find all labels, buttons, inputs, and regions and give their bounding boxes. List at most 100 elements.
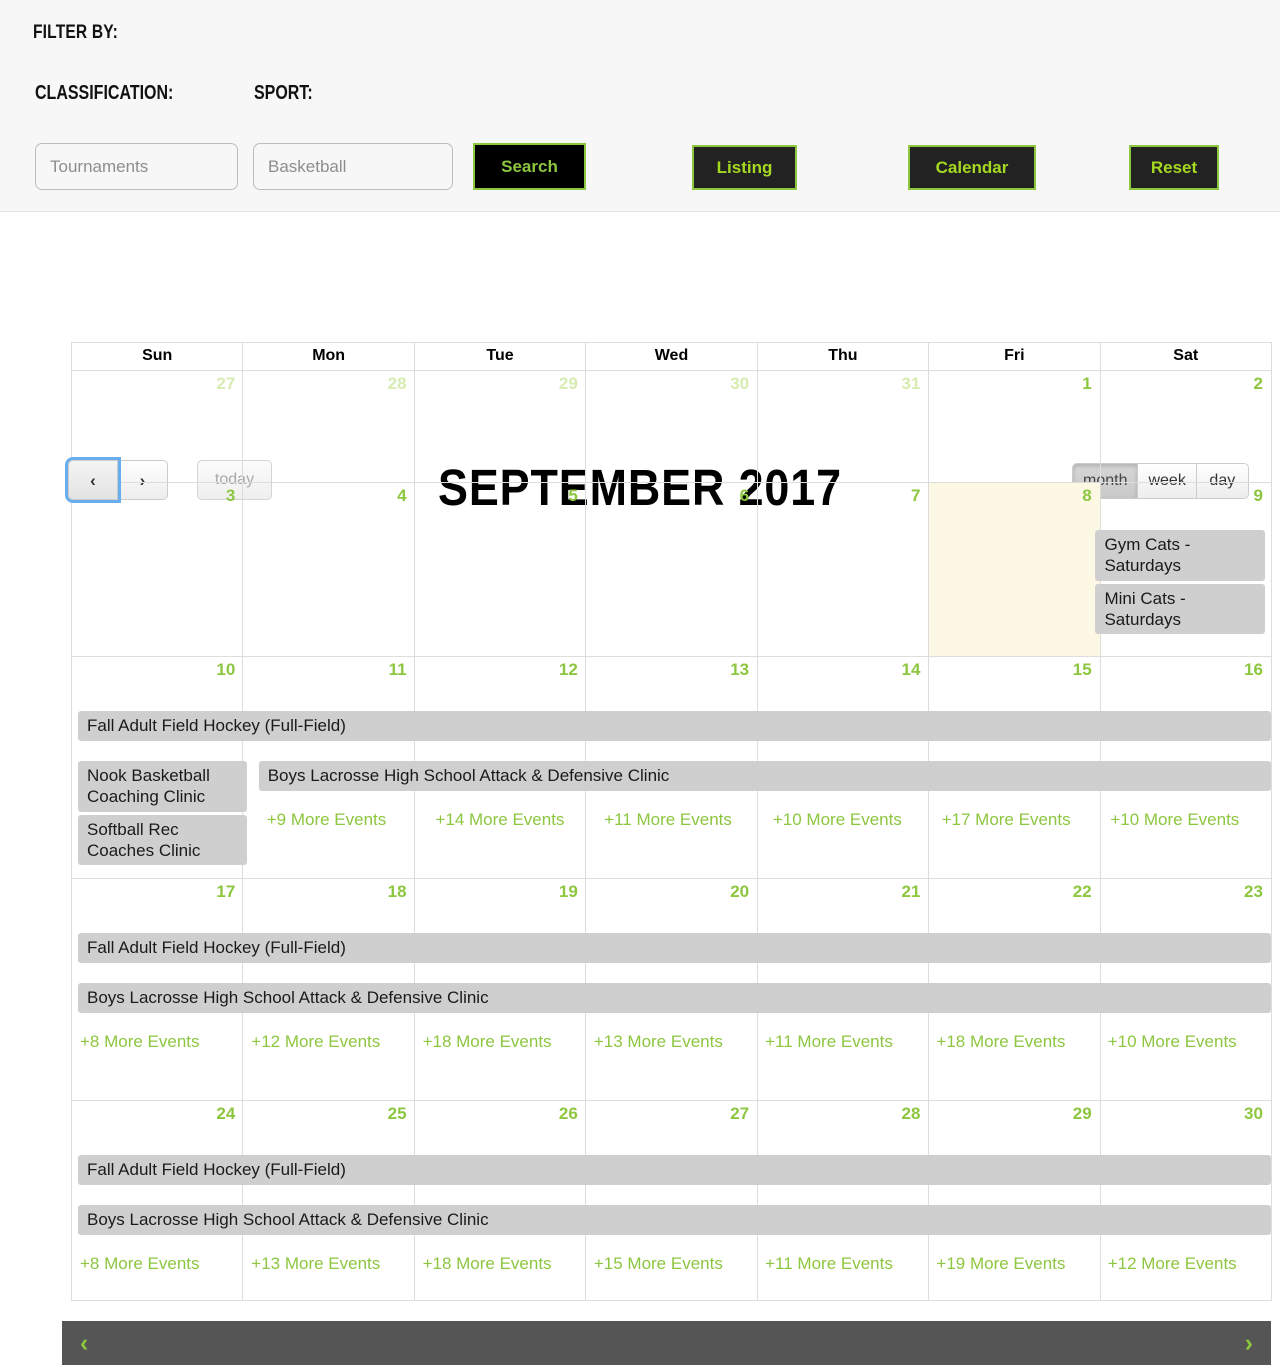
date-number: 23 bbox=[1244, 882, 1263, 901]
more-events-link[interactable]: +10 More Events bbox=[1100, 1027, 1271, 1057]
event-span-row: Fall Adult Field Hockey (Full-Field) bbox=[72, 711, 1271, 741]
dow-thu: Thu bbox=[756, 343, 928, 370]
week-events: Fall Adult Field Hockey (Full-Field) Boy… bbox=[72, 904, 1271, 1057]
date-number: 15 bbox=[1072, 660, 1092, 679]
more-events-link[interactable]: +18 More Events bbox=[928, 1027, 1099, 1057]
event-cell: +9 More Events bbox=[259, 805, 428, 835]
calendar-week-row: 3 4 5 6 7 8 9 Gym Cats - Saturdays Mini … bbox=[72, 482, 1271, 656]
more-events-link[interactable]: +18 More Events bbox=[415, 1027, 586, 1057]
date-number: 13 bbox=[730, 660, 750, 679]
event-cell: +10 More Events bbox=[765, 805, 934, 835]
date-number: 28 bbox=[387, 374, 407, 393]
bottom-prev-chevron-icon[interactable]: ‹ bbox=[80, 1330, 88, 1356]
event-span-fullweek[interactable]: Fall Adult Field Hockey (Full-Field) bbox=[78, 711, 1271, 741]
week-events: Fall Adult Field Hockey (Full-Field) Noo… bbox=[72, 682, 1271, 865]
date-number: 30 bbox=[1244, 1104, 1263, 1123]
more-events-link[interactable]: +13 More Events bbox=[586, 1027, 757, 1057]
date-number: 29 bbox=[1072, 1104, 1092, 1123]
event-span-mon-sat[interactable]: Boys Lacrosse High School Attack & Defen… bbox=[258, 761, 1271, 791]
event-cell: +17 More Events bbox=[934, 805, 1103, 835]
date-number: 11 bbox=[388, 660, 407, 679]
date-number: 1 bbox=[1082, 374, 1092, 393]
event-cell: +13 More Events bbox=[586, 1027, 757, 1057]
more-events-link[interactable]: +12 More Events bbox=[243, 1027, 414, 1057]
event-span-fullweek-2[interactable]: Boys Lacrosse High School Attack & Defen… bbox=[78, 983, 1271, 1013]
event-cell: +11 More Events bbox=[757, 1027, 928, 1057]
sport-input[interactable] bbox=[253, 143, 453, 190]
dow-wed: Wed bbox=[585, 343, 756, 370]
event-cell bbox=[750, 530, 920, 634]
date-number: 26 bbox=[558, 1104, 578, 1123]
week-events: Gym Cats - Saturdays Mini Cats - Saturda… bbox=[72, 508, 1271, 634]
date-number: 14 bbox=[901, 660, 921, 679]
event-cell: +12 More Events bbox=[243, 1027, 414, 1057]
event-cell: +12 More Events bbox=[1100, 1249, 1271, 1279]
more-events-link[interactable]: +12 More Events bbox=[1100, 1249, 1271, 1279]
listing-button[interactable]: Listing bbox=[692, 145, 797, 190]
more-events-link[interactable]: +19 More Events bbox=[928, 1249, 1099, 1279]
more-events-link[interactable]: +8 More Events bbox=[72, 1027, 243, 1057]
date-number: 9 bbox=[1253, 486, 1263, 505]
event-cell: Boys Lacrosse High School Attack & Defen… bbox=[253, 761, 1271, 865]
more-events-link[interactable]: +13 More Events bbox=[243, 1249, 414, 1279]
event-cell: +13 More Events bbox=[243, 1249, 414, 1279]
calendar-week-row: 27 28 29 30 31 1 2 bbox=[72, 370, 1271, 482]
week-date-numbers: 3 4 5 6 7 8 9 bbox=[72, 483, 1271, 508]
day-of-week-header: Sun Mon Tue Wed Thu Fri Sat bbox=[72, 342, 1271, 370]
event-cell: Nook Basketball Coaching Clinic Softball… bbox=[72, 761, 253, 865]
more-events-link[interactable]: +8 More Events bbox=[72, 1249, 243, 1279]
more-events-row: +8 More Events +13 More Events +18 More … bbox=[72, 1235, 1271, 1279]
event-span-fullweek[interactable]: Fall Adult Field Hockey (Full-Field) bbox=[78, 1155, 1271, 1185]
event-cell: +18 More Events bbox=[415, 1249, 586, 1279]
more-events-link[interactable]: +15 More Events bbox=[586, 1249, 757, 1279]
date-number: 8 bbox=[1082, 486, 1092, 505]
filter-by-heading: FILTER BY: bbox=[33, 22, 119, 43]
date-number: 18 bbox=[387, 882, 407, 901]
event-row: Gym Cats - Saturdays Mini Cats - Saturda… bbox=[72, 530, 1271, 634]
more-events-link[interactable]: +14 More Events bbox=[427, 805, 596, 835]
date-number: 25 bbox=[387, 1104, 407, 1123]
date-number: 31 bbox=[901, 374, 921, 393]
more-events-link[interactable]: +11 More Events bbox=[757, 1249, 928, 1279]
event-cell: +10 More Events bbox=[1100, 1027, 1271, 1057]
more-events-row: +8 More Events +12 More Events +18 More … bbox=[72, 1013, 1271, 1057]
classification-label: CLASSIFICATION: bbox=[35, 82, 174, 104]
calendar-week-row: 24 25 26 27 28 29 30 Fall Adult Field Ho… bbox=[72, 1100, 1271, 1300]
event-cell: +19 More Events bbox=[928, 1249, 1099, 1279]
date-number: 17 bbox=[216, 882, 236, 901]
date-number: 29 bbox=[558, 374, 578, 393]
calendar-toolbar: ‹ › today SEPTEMBER 2017 month week day bbox=[0, 212, 1280, 516]
more-events-link[interactable]: +9 More Events bbox=[259, 805, 428, 835]
more-events-link[interactable]: +11 More Events bbox=[596, 805, 765, 835]
week-events: Fall Adult Field Hockey (Full-Field) Boy… bbox=[72, 1126, 1271, 1279]
event-pill[interactable]: Gym Cats - Saturdays bbox=[1095, 530, 1266, 581]
date-number: 30 bbox=[730, 374, 750, 393]
classification-input[interactable] bbox=[35, 143, 238, 190]
search-button[interactable]: Search bbox=[473, 143, 586, 190]
calendar-button[interactable]: Calendar bbox=[908, 145, 1036, 190]
date-number: 7 bbox=[910, 486, 921, 505]
event-span-fullweek[interactable]: Fall Adult Field Hockey (Full-Field) bbox=[78, 933, 1271, 963]
more-events-link[interactable]: +17 More Events bbox=[934, 805, 1103, 835]
event-pill[interactable]: Mini Cats - Saturdays bbox=[1095, 583, 1266, 634]
bottom-nav-bar: ‹ › bbox=[62, 1321, 1271, 1365]
reset-button[interactable]: Reset bbox=[1129, 145, 1219, 190]
prev-month-button[interactable]: ‹ bbox=[68, 460, 118, 500]
more-events-link[interactable]: +11 More Events bbox=[757, 1027, 928, 1057]
more-events-row: +9 More Events +14 More Events +11 More … bbox=[259, 791, 1271, 835]
date-number: 19 bbox=[558, 882, 578, 901]
event-span-fullweek-2[interactable]: Boys Lacrosse High School Attack & Defen… bbox=[78, 1205, 1271, 1235]
more-events-link[interactable]: +10 More Events bbox=[1102, 805, 1271, 835]
week-date-numbers: 10 11 12 13 14 15 16 bbox=[72, 657, 1271, 682]
more-events-link[interactable]: +18 More Events bbox=[415, 1249, 586, 1279]
event-pill[interactable]: Nook Basketball Coaching Clinic bbox=[78, 761, 247, 812]
bottom-next-chevron-icon[interactable]: › bbox=[1245, 1330, 1253, 1356]
event-pill[interactable]: Softball Rec Coaches Clinic bbox=[78, 814, 247, 865]
more-events-link[interactable]: +10 More Events bbox=[765, 805, 934, 835]
